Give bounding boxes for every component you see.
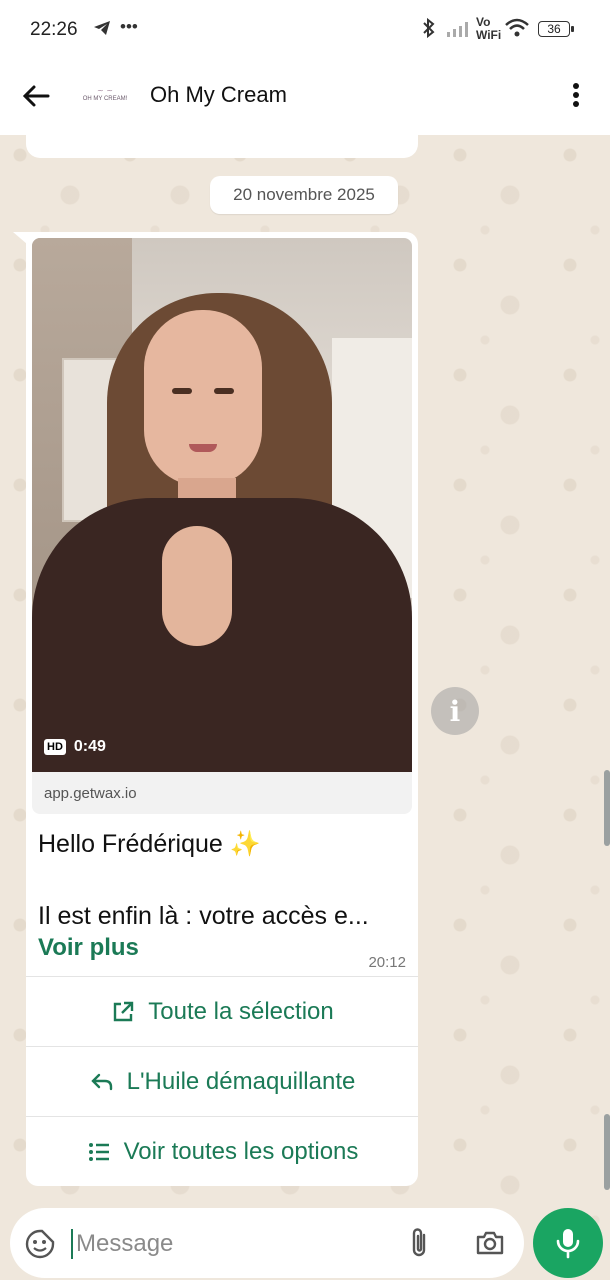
avatar-text: OH MY CREAM! (82, 96, 128, 103)
chat-header: ~ ~ OH MY CREAM! Oh My Cream (0, 62, 610, 136)
message-greeting: Hello Frédérique ✨ (38, 830, 261, 858)
link-preview[interactable]: app.getwax.io (32, 772, 412, 814)
scrollbar[interactable] (604, 770, 610, 846)
wifi-icon (504, 17, 530, 44)
back-arrow-icon[interactable] (20, 80, 52, 112)
action-label: Voir toutes les options (123, 1137, 359, 1165)
bubble-tail (13, 232, 27, 244)
vowifi-label: Vo WiFi (476, 15, 502, 42)
action-button-all-options[interactable]: Voir toutes les options (26, 1116, 418, 1186)
paperclip-icon[interactable] (406, 1226, 432, 1260)
date-chip: 20 novembre 2025 (210, 176, 398, 214)
text-cursor (71, 1229, 73, 1259)
battery-indicator: 36 (538, 21, 574, 37)
status-bar: 22:26 ••• Vo WiFi 36 (0, 0, 610, 62)
avatar[interactable]: ~ ~ OH MY CREAM! (82, 80, 128, 110)
action-label: L'Huile démaquillante (126, 1067, 356, 1095)
reply-icon (90, 1073, 112, 1090)
message-composer (10, 1208, 524, 1278)
action-button-full-selection[interactable]: Toute la sélection (26, 976, 418, 1046)
message-bubble[interactable]: HD 0:49 app.getwax.io Hello Frédérique ✨… (26, 232, 418, 976)
more-notifications-icon: ••• (120, 17, 138, 36)
message-body: Il est enfin là : votre accès e... (38, 902, 369, 930)
scrollbar-secondary[interactable] (604, 1114, 610, 1190)
contact-name[interactable]: Oh My Cream (150, 82, 287, 108)
more-options-icon[interactable] (566, 80, 586, 112)
action-label: Toute la sélection (148, 997, 334, 1025)
previous-message-bubble (26, 128, 418, 158)
bluetooth-icon (420, 16, 438, 45)
video-duration: HD 0:49 (44, 738, 106, 756)
list-icon (88, 1142, 109, 1161)
action-button-cleansing-oil[interactable]: L'Huile démaquillante (26, 1046, 418, 1116)
see-more-link[interactable]: Voir plus (38, 934, 139, 962)
telegram-icon (92, 18, 112, 43)
camera-icon[interactable] (474, 1227, 506, 1259)
message-time: 20:12 (368, 954, 406, 971)
status-time: 22:26 (30, 19, 78, 40)
video-thumbnail[interactable]: HD 0:49 (32, 238, 412, 772)
external-link-icon (114, 1001, 134, 1021)
info-icon[interactable]: i (431, 687, 479, 735)
microphone-button[interactable] (533, 1208, 603, 1278)
signal-icon (446, 20, 472, 43)
microphone-icon (556, 1229, 580, 1259)
sticker-icon[interactable] (24, 1228, 56, 1260)
hd-badge: HD (44, 739, 66, 755)
message-input[interactable] (74, 1222, 398, 1266)
duration-text: 0:49 (73, 738, 106, 755)
